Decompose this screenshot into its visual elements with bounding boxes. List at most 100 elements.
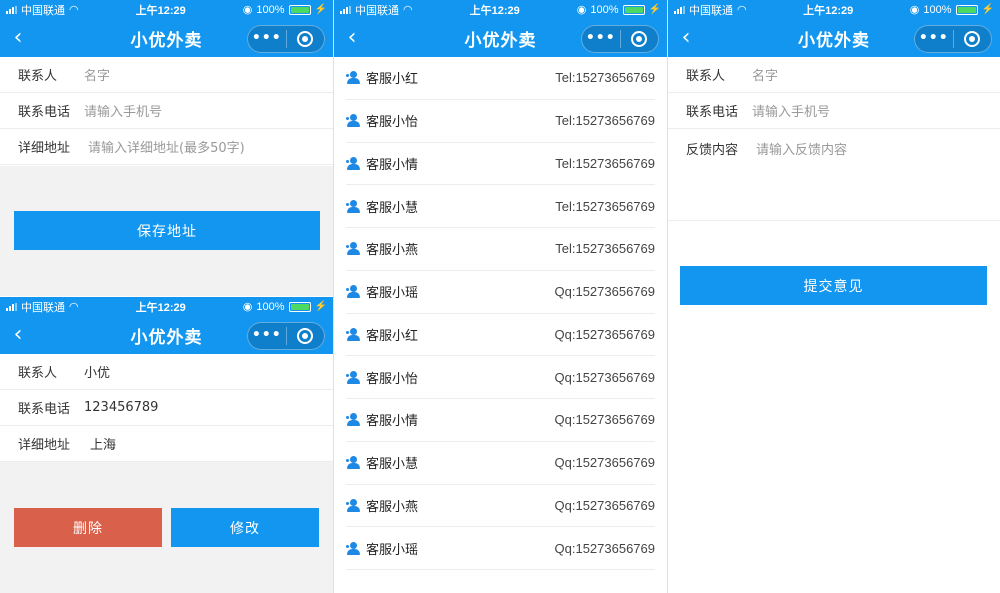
service-contact[interactable]: Qq:15273656769	[555, 455, 655, 470]
battery-percent: 100%	[923, 3, 952, 16]
service-list-item[interactable]: 客服小怡 Qq:15273656769	[346, 356, 655, 399]
service-contact[interactable]: Qq:15273656769	[555, 498, 655, 513]
signal-icon	[6, 5, 17, 14]
phone-label: 联系电话	[18, 105, 71, 120]
address-input[interactable]: 上海	[90, 434, 116, 453]
service-contact[interactable]: Tel:15273656769	[555, 199, 655, 214]
user-icon	[346, 327, 360, 341]
contact-name-input[interactable]: 小优	[84, 362, 110, 381]
carrier-text: 中国联通	[21, 301, 65, 314]
service-contact[interactable]: Tel:15273656769	[555, 156, 655, 171]
feedback-screen: 中国联通 ◠ 上午12:29 ◉ 100% ⚡ ‹ 小优外卖 ••• 联系人 名字 联…	[668, 0, 1000, 593]
service-name: 客服小怡	[366, 115, 419, 131]
service-contact[interactable]: Qq:15273656769	[555, 412, 655, 427]
lock-rotation-icon: ◉	[576, 4, 587, 16]
feedback-textarea[interactable]: 请输入反馈内容	[756, 139, 847, 158]
delete-button[interactable]: 删除	[14, 508, 162, 547]
page-title: 小优外卖	[464, 30, 537, 51]
nav-bar: ‹ 小优外卖 •••	[668, 19, 1000, 57]
carrier-text: 中国联通	[689, 4, 733, 17]
user-icon	[346, 413, 360, 427]
back-arrow-icon[interactable]: ‹	[6, 323, 30, 347]
close-target-icon[interactable]	[287, 31, 325, 47]
user-icon	[346, 285, 360, 299]
service-list-item[interactable]: 客服小情 Qq:15273656769	[346, 399, 655, 442]
service-name-wrap: 客服小慧	[346, 453, 418, 472]
service-list-item[interactable]: 客服小燕 Qq:15273656769	[346, 485, 655, 528]
page-title: 小优外卖	[130, 30, 203, 51]
more-dots-icon[interactable]: •••	[248, 327, 287, 345]
service-list-item[interactable]: 客服小慧 Tel:15273656769	[346, 185, 655, 228]
clock: 上午12:29	[135, 301, 186, 314]
battery-icon	[955, 4, 978, 15]
edit-address-screen: 中国联通 ◠ 上午12:29 ◉ 100% ⚡ ‹ 小优外卖 ••• 联系人 小优 联…	[0, 297, 333, 593]
service-name-wrap: 客服小瑶	[346, 282, 418, 301]
service-contact[interactable]: Qq:15273656769	[555, 284, 655, 299]
more-dots-icon[interactable]: •••	[582, 30, 621, 48]
contact-name-label: 联系人	[18, 366, 58, 381]
service-contact[interactable]: Tel:15273656769	[555, 241, 655, 256]
service-contact[interactable]: Tel:15273656769	[555, 113, 655, 128]
modify-button[interactable]: 修改	[171, 508, 319, 547]
service-name-wrap: 客服小红	[346, 325, 418, 344]
service-list-item[interactable]: 客服小瑶 Qq:15273656769	[346, 271, 655, 314]
carrier-text: 中国联通	[355, 4, 399, 17]
service-contact[interactable]: Qq:15273656769	[555, 370, 655, 385]
service-list-item[interactable]: 客服小怡 Tel:15273656769	[346, 100, 655, 143]
user-icon	[346, 242, 360, 256]
status-bar: 中国联通 ◠ 上午12:29 ◉ 100% ⚡	[0, 0, 333, 19]
user-icon	[346, 498, 360, 512]
service-list-item[interactable]: 客服小红 Tel:15273656769	[346, 57, 655, 100]
service-list-item[interactable]: 客服小慧 Qq:15273656769	[346, 442, 655, 485]
mini-program-capsule: •••	[914, 25, 992, 53]
address-form-screen: 中国联通 ◠ 上午12:29 ◉ 100% ⚡ ‹ 小优外卖 ••• 联系人 名字 联…	[0, 0, 333, 296]
submit-feedback-button[interactable]: 提交意见	[680, 266, 987, 305]
service-name-wrap: 客服小瑶	[346, 539, 418, 558]
service-name: 客服小怡	[366, 371, 419, 387]
service-name: 客服小红	[366, 72, 419, 88]
service-name: 客服小情	[366, 157, 419, 173]
service-contact[interactable]: Qq:15273656769	[555, 327, 655, 342]
user-icon	[346, 456, 360, 470]
user-icon	[346, 199, 360, 213]
service-list-item[interactable]: 客服小燕 Tel:15273656769	[346, 228, 655, 271]
back-arrow-icon[interactable]: ‹	[340, 26, 364, 50]
service-list: 客服小红 Tel:15273656769 客服小怡 Tel:15273656769 客服…	[334, 57, 667, 570]
back-arrow-icon[interactable]: ‹	[6, 26, 30, 50]
service-name-wrap: 客服小燕	[346, 239, 418, 258]
more-dots-icon[interactable]: •••	[248, 30, 287, 48]
contact-name-input[interactable]: 名字	[752, 65, 778, 84]
service-name: 客服小燕	[366, 499, 419, 515]
service-list-item[interactable]: 客服小瑶 Qq:15273656769	[346, 527, 655, 570]
close-target-icon[interactable]	[287, 328, 325, 344]
phone-input[interactable]: 123456789	[84, 400, 158, 415]
service-list-item[interactable]: 客服小红 Qq:15273656769	[346, 314, 655, 357]
nav-bar: ‹ 小优外卖 •••	[0, 19, 333, 57]
service-name-wrap: 客服小怡	[346, 368, 418, 387]
phone-input[interactable]: 请输入手机号	[752, 101, 830, 120]
contact-name-input[interactable]: 名字	[84, 65, 110, 84]
service-contact[interactable]: Qq:15273656769	[555, 541, 655, 556]
wifi-icon: ◠	[403, 4, 413, 16]
battery-percent: 100%	[256, 3, 285, 16]
service-name-wrap: 客服小红	[346, 68, 418, 87]
phone-input[interactable]: 请输入手机号	[84, 101, 162, 120]
charging-icon: ⚡	[314, 4, 327, 15]
clock: 上午12:29	[135, 4, 186, 17]
address-label: 详细地址	[18, 141, 71, 156]
status-bar: 中国联通 ◠ 上午12:29 ◉ 100% ⚡	[334, 0, 667, 19]
mini-program-capsule: •••	[581, 25, 659, 53]
service-name: 客服小瑶	[366, 286, 419, 302]
address-input[interactable]: 请输入详细地址(最多50字)	[88, 137, 245, 156]
more-dots-icon[interactable]: •••	[915, 30, 954, 48]
service-contact[interactable]: Tel:15273656769	[555, 70, 655, 85]
service-list-item[interactable]: 客服小情 Tel:15273656769	[346, 143, 655, 186]
save-address-button[interactable]: 保存地址	[14, 211, 320, 250]
mini-program-capsule: •••	[247, 25, 325, 53]
back-arrow-icon[interactable]: ‹	[674, 26, 698, 50]
lock-rotation-icon: ◉	[242, 4, 253, 16]
nav-bar: ‹ 小优外卖 •••	[334, 19, 667, 57]
close-target-icon[interactable]	[954, 31, 992, 47]
close-target-icon[interactable]	[621, 31, 659, 47]
service-name-wrap: 客服小怡	[346, 111, 418, 130]
